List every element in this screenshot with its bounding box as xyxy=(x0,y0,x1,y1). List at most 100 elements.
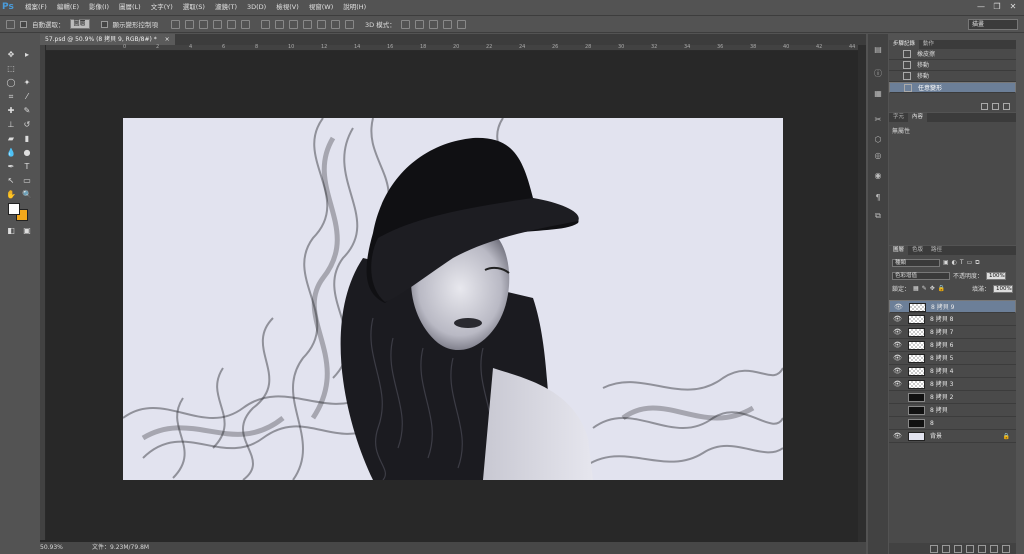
layer-name[interactable]: 8 拷貝 7 xyxy=(930,326,953,339)
distribute-vcenter-icon[interactable] xyxy=(275,19,285,29)
type-tool-icon[interactable]: T xyxy=(21,161,33,172)
menu-item[interactable]: 視窗(W) xyxy=(304,0,339,14)
align-bottom-icon[interactable] xyxy=(199,19,209,29)
hand-tool-icon[interactable]: ✋ xyxy=(5,189,17,200)
distribute-bottom-icon[interactable] xyxy=(289,19,299,29)
filter-pixel-icon[interactable]: ▣ xyxy=(943,259,949,266)
lock-transparent-icon[interactable]: ▦ xyxy=(913,285,919,292)
pen-tool-icon[interactable]: ✒ xyxy=(5,161,17,172)
auto-align-icon[interactable] xyxy=(345,19,355,29)
styles-panel-icon[interactable]: ◉ xyxy=(872,170,884,182)
menu-item[interactable]: 檢視(V) xyxy=(271,0,304,14)
mask-icon[interactable] xyxy=(954,545,962,553)
tools-preset-icon[interactable]: ✂ xyxy=(872,114,884,126)
move-tool-icon[interactable]: ✥ xyxy=(5,49,17,60)
zoom-level[interactable]: 50.93% xyxy=(40,542,63,554)
canvas-image[interactable] xyxy=(123,118,783,480)
layer-row[interactable]: 8 xyxy=(889,417,1016,430)
filter-type-icon[interactable]: T xyxy=(960,259,964,266)
align-left-icon[interactable] xyxy=(213,19,223,29)
layer-filter-kind-dropdown[interactable]: 種類 xyxy=(892,258,940,267)
transform-controls-checkbox[interactable] xyxy=(100,20,108,28)
layer-row[interactable]: 8 拷貝 2 xyxy=(889,391,1016,404)
info-panel-icon[interactable]: ⓘ xyxy=(872,68,884,80)
tab-actions[interactable]: 動作 xyxy=(919,40,938,49)
layer-row[interactable]: 👁 8 拷貝 6 xyxy=(889,339,1016,352)
marquee-tool-icon[interactable]: ⬚ xyxy=(5,63,17,74)
layer-name[interactable]: 8 拷貝 5 xyxy=(930,352,953,365)
brush-panel-icon[interactable]: ▦ xyxy=(872,88,884,100)
document-info[interactable]: 文件：9.23M/79.8M xyxy=(92,542,149,554)
new-layer-icon[interactable] xyxy=(990,545,998,553)
lasso-tool-icon[interactable]: ◯ xyxy=(5,77,17,88)
group-icon[interactable] xyxy=(978,545,986,553)
eye-icon[interactable]: 👁 xyxy=(893,339,902,352)
layer-row[interactable]: 👁 8 拷貝 5 xyxy=(889,352,1016,365)
auto-select-checkbox[interactable] xyxy=(20,20,27,28)
link-icon[interactable] xyxy=(930,545,938,553)
layer-row[interactable]: 👁 8 拷貝 8 xyxy=(889,313,1016,326)
menu-item[interactable]: 濾鏡(T) xyxy=(210,0,242,14)
lock-position-icon[interactable]: ✥ xyxy=(930,285,935,292)
align-vcenter-icon[interactable] xyxy=(185,19,195,29)
menu-item[interactable]: 3D(D) xyxy=(242,0,271,14)
new-document-from-state-icon[interactable] xyxy=(981,103,988,110)
tab-layers[interactable]: 圖層 xyxy=(889,246,909,255)
tab-paths[interactable]: 路徑 xyxy=(927,246,946,255)
shape-tool-icon[interactable]: ▭ xyxy=(21,175,33,186)
brush-tool-icon[interactable]: ✎ xyxy=(21,105,33,116)
blur-tool-icon[interactable]: 💧 xyxy=(5,147,17,158)
history-panel-icon[interactable]: ▤ xyxy=(872,44,884,56)
zoom-tool-icon[interactable]: 🔍 xyxy=(21,189,33,200)
gradient-tool-icon[interactable]: ▮ xyxy=(21,133,33,144)
opacity-input[interactable]: 100% xyxy=(986,271,1007,280)
snapshot-icon[interactable] xyxy=(992,103,999,110)
fill-input[interactable]: 100% xyxy=(993,284,1013,293)
document-close-icon[interactable]: × xyxy=(165,36,170,43)
align-top-icon[interactable] xyxy=(171,19,181,29)
align-hcenter-icon[interactable] xyxy=(227,19,237,29)
eye-icon[interactable]: 👁 xyxy=(893,313,902,326)
trash-icon[interactable] xyxy=(1002,545,1010,553)
eye-icon[interactable]: 👁 xyxy=(893,365,902,378)
close-button[interactable]: ✕ xyxy=(1006,1,1020,12)
blend-mode-dropdown[interactable]: 色彩增值 xyxy=(892,271,950,280)
move-tool-preset-icon[interactable] xyxy=(6,19,15,29)
history-brush-tool-icon[interactable]: ↺ xyxy=(21,119,33,130)
layer-name[interactable]: 背景 xyxy=(930,430,942,443)
foreground-color-swatch[interactable] xyxy=(8,203,20,215)
minimize-button[interactable]: — xyxy=(974,1,988,12)
eye-icon[interactable]: 👁 xyxy=(893,378,902,391)
3d-roll-icon[interactable] xyxy=(414,19,424,29)
lock-all-icon[interactable]: 🔒 xyxy=(938,285,945,292)
document-tab[interactable]: 57.psd @ 50.9% (8 拷貝 9, RGB/8#) * × xyxy=(40,34,175,45)
history-state[interactable]: 移動 xyxy=(889,71,1016,82)
filter-shape-icon[interactable]: ▭ xyxy=(967,259,973,266)
3d-slide-icon[interactable] xyxy=(442,19,452,29)
adjustments-panel-icon[interactable]: ◎ xyxy=(872,150,884,162)
layer-name[interactable]: 8 xyxy=(930,417,934,430)
layer-name[interactable]: 8 拷貝 3 xyxy=(930,378,953,391)
layer-name[interactable]: 8 拷貝 6 xyxy=(930,339,953,352)
layer-row[interactable]: 👁 8 拷貝 4 xyxy=(889,365,1016,378)
layer-name[interactable]: 8 拷貝 8 xyxy=(930,313,953,326)
align-right-icon[interactable] xyxy=(241,19,251,29)
distribute-top-icon[interactable] xyxy=(261,19,271,29)
crop-tool-icon[interactable]: ⌗ xyxy=(5,91,17,102)
eyedropper-tool-icon[interactable]: ⁄ xyxy=(21,91,33,102)
eye-icon[interactable]: 👁 xyxy=(893,352,902,365)
clone-stamp-tool-icon[interactable]: ⊥ xyxy=(5,119,17,130)
3d-panel-icon[interactable]: ⬡ xyxy=(872,134,884,146)
history-state[interactable]: 任意變形 xyxy=(889,82,1016,93)
menu-item[interactable]: 文字(Y) xyxy=(146,0,178,14)
filter-adjustment-icon[interactable]: ◐ xyxy=(952,259,957,266)
history-state[interactable]: 橡皮擦 xyxy=(889,49,1016,60)
distribute-hcenter-icon[interactable] xyxy=(317,19,327,29)
layer-name[interactable]: 8 拷貝 xyxy=(930,404,948,417)
layer-row[interactable]: 👁 8 拷貝 3 xyxy=(889,378,1016,391)
layer-name[interactable]: 8 拷貝 2 xyxy=(930,391,953,404)
restore-button[interactable]: ❐ xyxy=(990,1,1004,12)
adjustment-icon[interactable] xyxy=(966,545,974,553)
eye-icon[interactable]: 👁 xyxy=(893,430,902,443)
layer-row[interactable]: 👁 8 拷貝 9 xyxy=(889,300,1016,313)
